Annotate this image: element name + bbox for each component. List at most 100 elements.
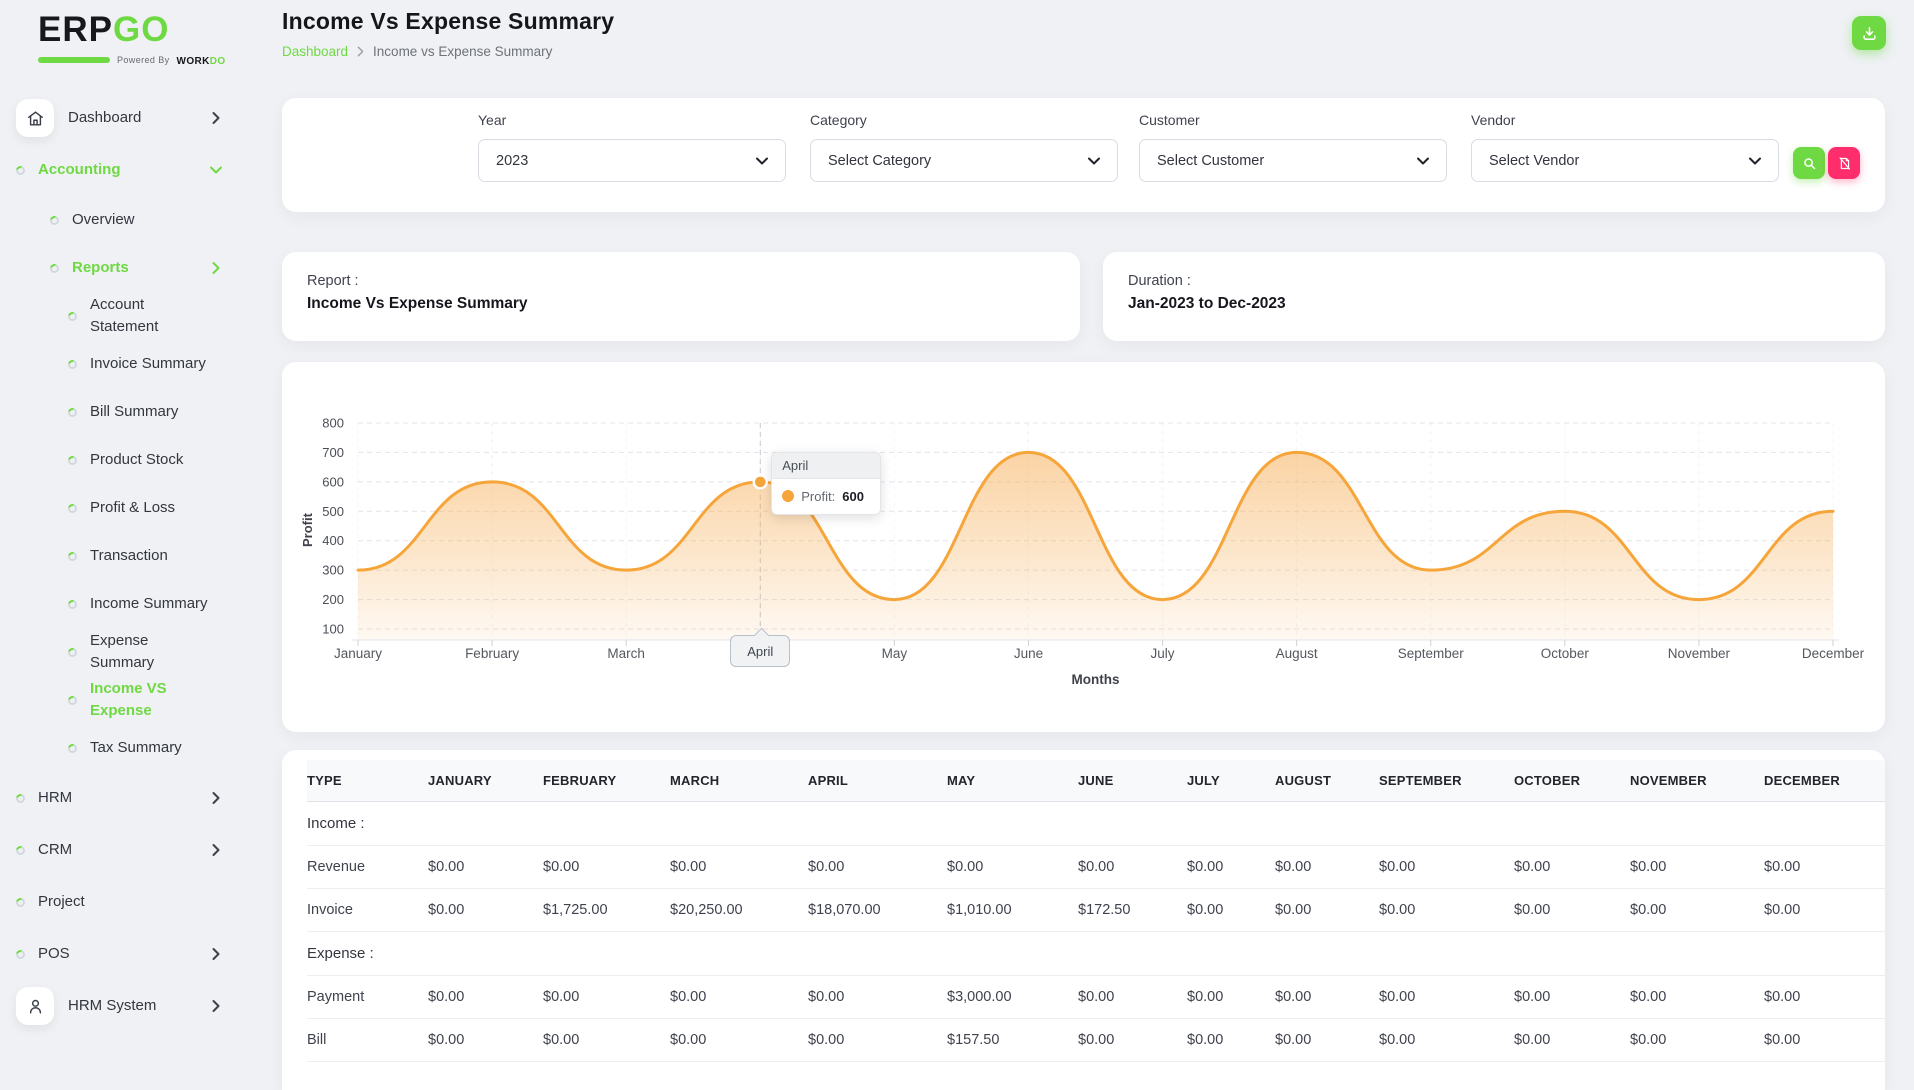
cell-value: $0.00 <box>1187 1018 1275 1062</box>
sidebar-item-transaction[interactable]: Transaction <box>0 532 280 580</box>
selected-month-label: April <box>730 635 791 667</box>
column-header-type: TYPE <box>307 760 428 802</box>
vendor-select[interactable]: Select Vendor <box>1471 139 1779 182</box>
cell-value: $0.00 <box>808 1018 947 1062</box>
download-icon <box>1861 25 1878 42</box>
cell-value: $0.00 <box>1630 1018 1764 1062</box>
table-body: Income : Revenue $0.00 $0.00 $0.00 $0.00 $0.00… <box>307 801 1885 1062</box>
sidebar-item-tax-summary[interactable]: Tax Summary <box>0 724 280 772</box>
sidebar-item-overview[interactable]: Overview <box>0 196 280 244</box>
year-select[interactable]: 2023 <box>478 139 786 182</box>
logo-wordmark: ERPGO <box>38 12 248 48</box>
sidebar-item-hrm[interactable]: HRM <box>0 772 280 824</box>
report-label: Report : <box>307 273 359 289</box>
chevron-down-icon <box>1749 157 1761 165</box>
person-icon <box>16 987 54 1025</box>
svg-text:August: August <box>1276 646 1318 661</box>
home-icon <box>16 99 54 137</box>
row-type: Bill <box>307 1018 428 1062</box>
cell-value: $0.00 <box>1275 888 1379 932</box>
svg-text:800: 800 <box>322 416 344 431</box>
cell-value: $0.00 <box>1379 1018 1514 1062</box>
apply-filter-button[interactable] <box>1793 147 1825 179</box>
sidebar-item-label: Profit & Loss <box>90 499 176 516</box>
section-label: Expense : <box>307 931 1885 976</box>
cell-value: $0.00 <box>1764 845 1885 889</box>
svg-text:May: May <box>882 646 908 661</box>
cell-value: $0.00 <box>947 845 1078 889</box>
bullet-icon <box>66 405 79 419</box>
svg-text:Months: Months <box>1072 672 1120 687</box>
cell-value: $0.00 <box>1379 845 1514 889</box>
sidebar-item-label: Account Statement <box>90 296 159 335</box>
svg-text:February: February <box>465 646 519 661</box>
column-header-january: JANUARY <box>428 760 543 802</box>
cell-value: $0.00 <box>1187 845 1275 889</box>
sidebar-item-label: Accounting <box>38 161 121 178</box>
cell-value: $0.00 <box>1275 845 1379 889</box>
sidebar-item-profit-loss[interactable]: Profit & Loss <box>0 484 280 532</box>
powered-by-text: Powered By <box>117 55 170 65</box>
bullet-icon <box>66 741 79 755</box>
sidebar-item-accounting[interactable]: Accounting <box>0 144 280 196</box>
customer-select[interactable]: Select Customer <box>1139 139 1447 182</box>
sidebar-item-invoice-summary[interactable]: Invoice Summary <box>0 340 280 388</box>
cell-value: $0.00 <box>543 975 670 1019</box>
sidebar-item-dashboard[interactable]: Dashboard <box>0 92 280 144</box>
app-logo: ERPGO Powered By WORKDO <box>38 12 248 69</box>
cell-value: $0.00 <box>1514 845 1630 889</box>
breadcrumb-dashboard-link[interactable]: Dashboard <box>282 44 348 59</box>
sidebar-item-product-stock[interactable]: Product Stock <box>0 436 280 484</box>
page-title: Income Vs Expense Summary <box>282 8 615 34</box>
row-type: Revenue <box>307 845 428 889</box>
cell-value: $0.00 <box>670 1018 808 1062</box>
download-button[interactable] <box>1852 16 1886 50</box>
sidebar-item-pos[interactable]: POS <box>0 928 280 980</box>
report-value: Income Vs Expense Summary <box>307 295 528 312</box>
sidebar-item-crm[interactable]: CRM <box>0 824 280 876</box>
logo-underline <box>38 57 110 63</box>
column-header-february: FEBRUARY <box>543 760 670 802</box>
sidebar: ERPGO Powered By WORKDO Dashboard Account… <box>0 0 280 1080</box>
chevron-right-icon <box>212 948 220 961</box>
sidebar-item-income-vs-expense[interactable]: Income VS Expense <box>0 676 280 724</box>
category-select[interactable]: Select Category <box>810 139 1118 182</box>
sidebar-item-label: Product Stock <box>90 451 184 468</box>
sidebar-item-bill-summary[interactable]: Bill Summary <box>0 388 280 436</box>
column-header-october: OCTOBER <box>1514 760 1630 802</box>
svg-text:December: December <box>1802 646 1865 661</box>
sidebar-item-label: Overview <box>72 211 135 228</box>
breadcrumb: Dashboard Income vs Expense Summary <box>282 44 614 59</box>
svg-text:January: January <box>334 646 382 661</box>
tooltip-title: April <box>772 452 881 479</box>
reset-filter-button[interactable] <box>1828 147 1860 179</box>
bullet-icon <box>66 693 79 707</box>
cell-value: $0.00 <box>808 845 947 889</box>
sidebar-item-label: Dashboard <box>68 109 142 126</box>
bullet-icon <box>48 213 61 227</box>
sidebar-item-hrm-system[interactable]: HRM System <box>0 980 280 1032</box>
sidebar-item-reports[interactable]: Reports <box>0 244 280 292</box>
sidebar-item-project[interactable]: Project <box>0 876 280 928</box>
cell-value: $20,250.00 <box>670 888 808 932</box>
section-row-income: Income : <box>307 801 1885 846</box>
cell-value: $0.00 <box>670 975 808 1019</box>
cell-value: $0.00 <box>1630 845 1764 889</box>
svg-text:November: November <box>1668 646 1731 661</box>
cell-value: $0.00 <box>1078 845 1187 889</box>
duration-value: Jan-2023 to Dec-2023 <box>1128 295 1286 312</box>
sidebar-item-income-summary[interactable]: Income Summary <box>0 580 280 628</box>
profit-area-chart[interactable]: 800 700 600 500 400 300 200 100 January February M… <box>282 362 1885 732</box>
vendor-label: Vendor <box>1471 112 1516 128</box>
cell-value: $0.00 <box>1514 888 1630 932</box>
chevron-down-icon <box>1088 157 1100 165</box>
sidebar-item-account-statement[interactable]: Account Statement <box>0 292 280 340</box>
report-card: Report : Income Vs Expense Summary <box>282 252 1080 341</box>
chart-card: 800 700 600 500 400 300 200 100 January February M… <box>282 362 1885 732</box>
category-label: Category <box>810 112 867 128</box>
table-row-invoice: Invoice $0.00 $1,725.00 $20,250.00 $18,070.0… <box>307 888 1885 932</box>
svg-text:500: 500 <box>322 504 344 519</box>
sidebar-nav: Dashboard Accounting Overview Reports Accoun… <box>0 92 280 1032</box>
cell-value: $0.00 <box>1630 888 1764 932</box>
sidebar-item-expense-summary[interactable]: Expense Summary <box>0 628 280 676</box>
